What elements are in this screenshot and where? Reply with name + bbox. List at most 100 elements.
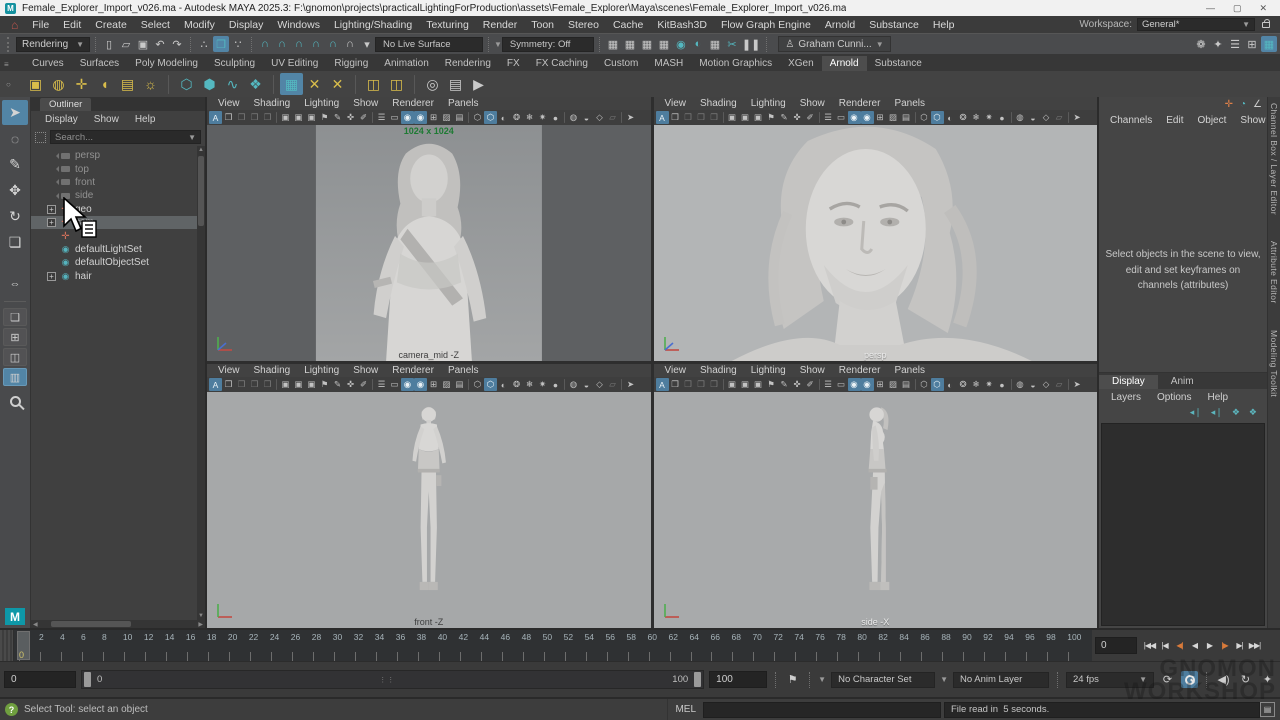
search-input[interactable]: Search... ▼ [50,130,201,144]
arnold-tx-manager-icon[interactable]: ▦ [280,73,303,95]
step-back-key-button[interactable]: |◀ [1157,638,1172,654]
xray-icon[interactable]: ◒ [1027,378,1040,391]
layer-editor-tab[interactable]: Display [1099,375,1158,389]
textured-icon[interactable]: ◉ [861,378,874,391]
camera-lock-icon[interactable]: ▣ [739,111,752,124]
track-icon[interactable]: ❒ [248,111,261,124]
viewport-menu-item[interactable]: Panels [441,365,486,376]
maximize-button[interactable]: ▢ [1233,3,1242,14]
tumble-icon[interactable]: ❒ [708,378,721,391]
redo-icon[interactable]: ↷ [169,36,185,52]
plane-icon[interactable]: ▱ [606,378,619,391]
channel-box-menu-item[interactable]: Edit [1159,115,1190,126]
shelf-tab[interactable]: Rendering [437,56,499,71]
scale-tool[interactable]: ❏ [2,230,28,255]
symmetry-field[interactable]: Symmetry: Off [502,37,594,52]
move-tool[interactable]: ✥ [2,178,28,203]
textured-cube-icon[interactable]: ⬡ [931,111,944,124]
viewport-menu-item[interactable]: Show [793,365,832,376]
arnold-skydome-light-icon[interactable]: ◍ [47,73,70,95]
textured-cube-icon[interactable]: ⬡ [931,378,944,391]
timeline-grip[interactable] [0,630,14,661]
range-slider[interactable]: 0 ⋮⋮ 100 [81,670,704,689]
hud-icon[interactable]: ▤ [900,378,913,391]
lasso-select-tool[interactable]: ◌ [2,126,28,151]
shelf-tab[interactable]: Arnold [822,56,867,71]
wireframe-icon[interactable]: ☰ [822,111,835,124]
mel-label[interactable]: MEL [668,704,703,715]
rotate-tool[interactable]: ↻ [2,204,28,229]
arnold-physical-sky-icon[interactable]: ☼ [139,73,162,95]
playback-loop-button[interactable]: ⟳ [1159,671,1176,688]
viewport-canvas-side[interactable]: side -X [654,392,1098,628]
arnold-curve-collector-icon[interactable]: ∿ [221,73,244,95]
maya-home-icon[interactable]: ⌂ [4,18,25,32]
dolly-icon[interactable]: ❒ [682,111,695,124]
textured-cube-icon[interactable]: ⬡ [484,111,497,124]
anim-layer-dropdown[interactable]: No Anim Layer [953,672,1049,688]
tumble-icon[interactable]: ❒ [708,111,721,124]
shadows-icon[interactable]: ❂ [510,378,523,391]
brush-icon[interactable]: ✐ [357,378,370,391]
viewport-menu-item[interactable]: Shading [247,365,298,376]
ipr-render-icon[interactable]: ▦ [639,36,655,52]
shelf-tab[interactable]: Substance [867,56,930,71]
camera-select-icon[interactable]: ▣ [726,378,739,391]
cut-icon[interactable]: ✂ [724,36,740,52]
outliner-menu-item[interactable]: Show [86,114,127,125]
shadows-icon[interactable]: ❂ [957,111,970,124]
layer-move-up-icon[interactable]: ◂❘ [1190,407,1202,418]
shelf-tab[interactable]: UV Editing [263,56,326,71]
grease-pencil-icon[interactable]: ✎ [778,111,791,124]
shelf-tab[interactable]: Custom [596,56,646,71]
shelf-menu-icon[interactable]: ≡ [4,60,9,69]
grid-toggle-icon[interactable]: ⊞ [1244,36,1260,52]
arnold-standin-options-icon[interactable]: ⬢ [198,73,221,95]
viewport-menu-item[interactable]: Renderer [385,98,441,109]
measure-tool[interactable]: ⇔ [2,271,28,296]
menu-item[interactable]: Stereo [561,19,606,31]
menu-item[interactable]: Toon [524,19,561,31]
paint-select-tool[interactable]: ✎ [2,152,28,177]
arnold-render-settings-icon[interactable]: ▤ [444,73,467,95]
screen-space-ao-icon[interactable]: ❄ [970,378,983,391]
textured-icon[interactable]: ◉ [414,111,427,124]
auto-keyframe-button[interactable] [1181,671,1198,688]
textured-cube-icon[interactable]: ⬡ [484,378,497,391]
brush-icon[interactable]: ✐ [357,111,370,124]
tumble-icon[interactable]: ❒ [261,111,274,124]
viewport-menu-item[interactable]: Panels [441,98,486,109]
outliner-row[interactable]: + defaultObjectSet [31,256,197,269]
arnold-render-view-icon[interactable]: ◎ [421,73,444,95]
menu-item[interactable]: Select [134,19,177,31]
camera-lock-icon[interactable]: ▣ [739,378,752,391]
arnold-bake-selected-icon[interactable]: ✕ [326,73,349,95]
hud-icon[interactable]: ▤ [453,111,466,124]
tumble-icon[interactable]: ❒ [261,378,274,391]
viewport-menu-item[interactable]: Lighting [297,98,346,109]
sound-mute-button[interactable]: ◀) [1215,671,1232,688]
motion-blur-icon[interactable]: ● [549,111,562,124]
animation-preferences-icon[interactable]: ✦ [1259,671,1276,688]
speed-ramp-icon[interactable]: ◔ [1240,99,1246,110]
arnold-light-portal-icon[interactable]: ▤ [116,73,139,95]
chevron-down-icon[interactable]: ▼ [940,675,948,684]
layer-editor-menu-item[interactable]: Options [1149,392,1199,403]
step-back-frame-button[interactable]: ◀| [1172,638,1187,654]
expand-toggle-icon[interactable]: + [47,272,56,281]
layer-editor-tab[interactable]: Anim [1158,375,1207,389]
close-button[interactable]: ✕ [1259,3,1267,14]
menu-item[interactable]: Flow Graph Engine [714,19,818,31]
shelf-tab[interactable]: MASH [646,56,691,71]
status-grip[interactable] [7,37,12,52]
marquee-select-icon[interactable]: ❒ [669,378,682,391]
menu-item[interactable]: Create [88,19,134,31]
menu-item[interactable]: Cache [606,19,650,31]
layout-four-pane-button[interactable]: ⊞ [3,328,27,346]
current-time-field[interactable]: 0 [1095,637,1137,654]
hypershade-icon[interactable]: ◐ [690,36,706,52]
xray-joints-icon[interactable]: ◇ [1040,378,1053,391]
shelf-tab[interactable]: Animation [376,56,436,71]
viewport-cursor-icon[interactable]: ➤ [1071,378,1084,391]
use-all-lights-icon[interactable]: ◐ [944,378,957,391]
